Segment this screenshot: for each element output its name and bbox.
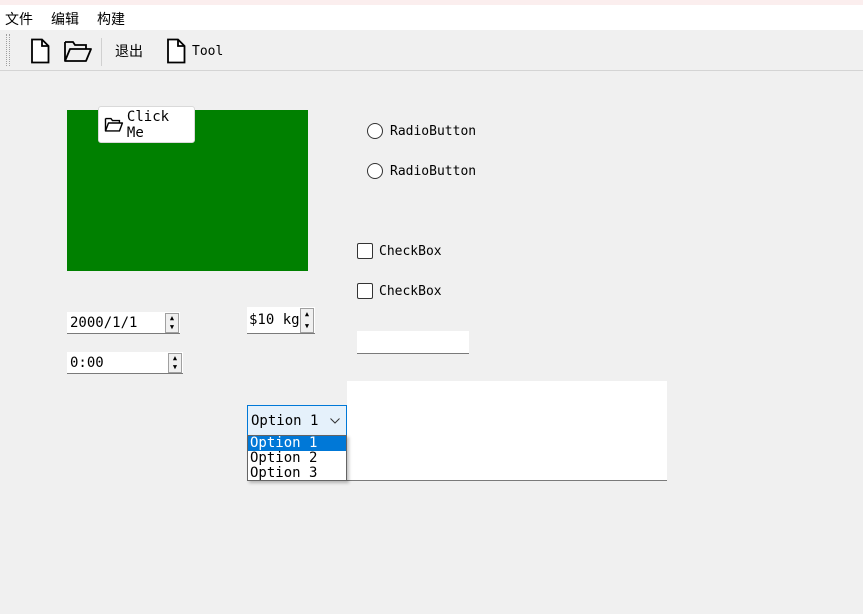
date-picker[interactable]: 2000/1/1 ▲ ▼ (67, 312, 180, 334)
spin-down-icon[interactable]: ▼ (169, 363, 181, 372)
radio-label: RadioButton (390, 123, 477, 139)
folder-open-icon (64, 41, 92, 62)
tool-button[interactable]: Tool (165, 36, 223, 66)
menu-build[interactable]: 构建 (97, 9, 125, 29)
checkbox-1[interactable]: CheckBox (357, 243, 442, 259)
tool-label: Tool (192, 43, 224, 59)
radio-button-1[interactable]: RadioButton (367, 123, 476, 139)
radio-circle (367, 163, 383, 179)
document-icon (167, 38, 186, 64)
toolbar-separator (101, 38, 102, 66)
radio-label: RadioButton (390, 163, 477, 179)
text-area[interactable] (347, 381, 667, 481)
numeric-updown[interactable]: $10 kg ▲ ▼ (247, 307, 315, 334)
click-me-label: Click Me (126, 108, 170, 141)
new-file-button[interactable] (29, 36, 53, 66)
toolbar-grip[interactable] (6, 34, 10, 66)
spin-up-icon[interactable]: ▲ (301, 309, 313, 321)
exit-button[interactable]: 退出 (115, 36, 143, 66)
folder-open-icon (104, 117, 124, 132)
checkbox-box (357, 243, 373, 259)
combo-dropdown-list: Option 1 Option 2 Option 3 (247, 435, 347, 481)
text-input[interactable] (357, 331, 469, 354)
spin-up-icon[interactable]: ▲ (169, 354, 181, 363)
menu-file[interactable]: 文件 (5, 9, 33, 29)
numeric-spinner[interactable]: ▲ ▼ (300, 308, 314, 333)
spin-down-icon[interactable]: ▼ (166, 323, 178, 332)
numeric-value: $10 kg (249, 312, 300, 328)
option-combo-box[interactable]: Option 1 (247, 405, 347, 436)
radio-button-2[interactable]: RadioButton (367, 163, 476, 179)
time-picker[interactable]: 0:00 ▲ ▼ (67, 352, 183, 374)
menu-edit[interactable]: 编辑 (51, 9, 79, 29)
checkbox-label: CheckBox (379, 283, 442, 299)
open-folder-button[interactable] (63, 36, 93, 66)
radio-circle (367, 123, 383, 139)
chevron-down-icon (330, 418, 340, 424)
dropdown-option[interactable]: Option 1 (248, 436, 346, 451)
spin-up-icon[interactable]: ▲ (166, 314, 178, 323)
spin-down-icon[interactable]: ▼ (301, 321, 313, 333)
combo-selected-value: Option 1 (251, 412, 319, 429)
date-value: 2000/1/1 (70, 315, 138, 331)
click-me-button[interactable]: Click Me (98, 106, 195, 143)
dropdown-option[interactable]: Option 2 (248, 451, 346, 466)
new-file-icon (31, 38, 50, 64)
date-spinner[interactable]: ▲ ▼ (165, 313, 179, 333)
time-spinner[interactable]: ▲ ▼ (168, 353, 182, 373)
checkbox-label: CheckBox (379, 243, 442, 259)
menu-bar: 文件 编辑 构建 (0, 5, 863, 30)
checkbox-2[interactable]: CheckBox (357, 283, 442, 299)
dropdown-option[interactable]: Option 3 (248, 466, 346, 481)
exit-label: 退出 (115, 44, 143, 60)
checkbox-box (357, 283, 373, 299)
time-value: 0:00 (70, 355, 104, 371)
